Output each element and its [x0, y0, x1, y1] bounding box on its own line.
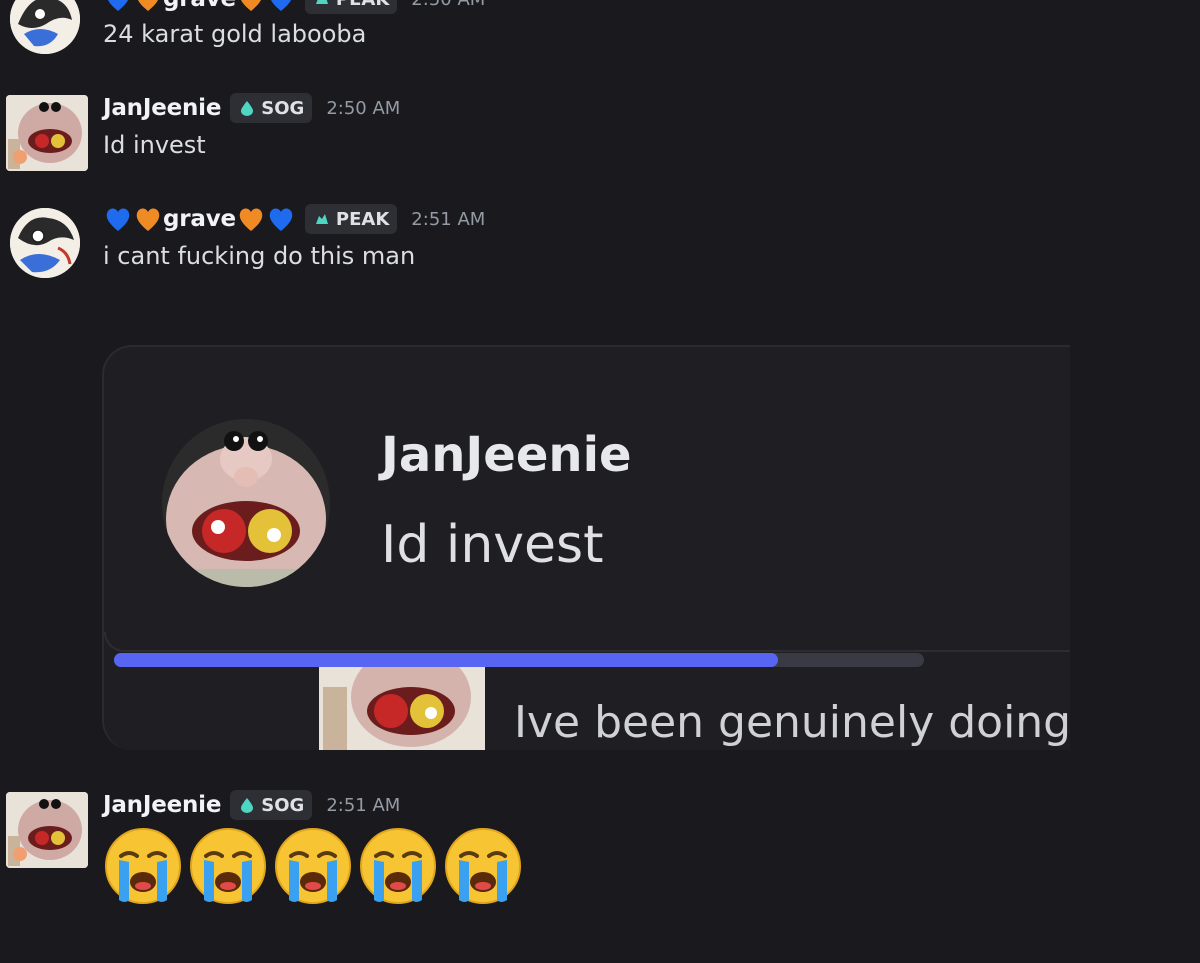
loudly-crying-face-icon[interactable]: [188, 826, 268, 906]
tag-label: PEAK: [336, 0, 389, 10]
timestamp: 2:51 AM: [326, 794, 401, 816]
message-content: 24 karat gold labooba: [103, 20, 367, 48]
role-tag[interactable]: SOG: [230, 790, 313, 820]
embed-progress-fill: [114, 653, 779, 667]
avatar[interactable]: [10, 0, 80, 54]
embed-peek-avatar: [319, 667, 485, 750]
orange-heart-icon: [236, 0, 266, 14]
chat-area: grave PEAK 2:50 AM 24 karat gold labooba: [0, 0, 1200, 963]
timestamp: 2:50 AM: [326, 97, 401, 119]
timestamp: 2:51 AM: [411, 208, 486, 230]
orange-heart-icon: [236, 204, 266, 234]
blue-heart-icon: [103, 204, 133, 234]
embed-progress-bar: [114, 653, 924, 667]
droplet-icon: [241, 798, 254, 813]
avatar[interactable]: [6, 792, 88, 868]
message-content: Id invest: [103, 131, 206, 159]
message-content: i cant fucking do this man: [103, 242, 416, 270]
orange-heart-icon: [133, 204, 163, 234]
username[interactable]: grave: [163, 0, 236, 12]
username[interactable]: JanJeenie: [103, 792, 221, 818]
tag-icon: [315, 0, 328, 4]
image-attachment[interactable]: JanJeenie Id invest Ive been genuinely d…: [102, 345, 1070, 750]
role-tag[interactable]: PEAK: [304, 204, 398, 234]
loudly-crying-face-icon[interactable]: [358, 826, 438, 906]
loudly-crying-face-icon[interactable]: [443, 826, 523, 906]
tag-label: PEAK: [335, 208, 390, 230]
blue-heart-icon: [103, 0, 133, 14]
droplet-icon: [241, 101, 254, 116]
username[interactable]: grave: [163, 206, 236, 232]
embed-message-text: Id invest: [381, 515, 604, 575]
role-tag[interactable]: PEAK: [304, 0, 398, 14]
emoji-message-content: [103, 826, 523, 906]
timestamp: 2:50 AM: [411, 0, 485, 10]
loudly-crying-face-icon[interactable]: [273, 826, 353, 906]
embed-avatar: [162, 419, 330, 587]
tag-label: SOG: [261, 794, 305, 816]
embed-divider: [104, 632, 1070, 652]
loudly-crying-face-icon[interactable]: [103, 826, 183, 906]
avatar[interactable]: [10, 208, 80, 278]
username[interactable]: JanJeenie: [103, 95, 221, 121]
blue-heart-icon: [266, 204, 296, 234]
tag-label: SOG: [261, 97, 305, 119]
role-tag[interactable]: SOG: [230, 93, 313, 123]
blue-heart-icon: [266, 0, 296, 14]
embed-username: JanJeenie: [381, 427, 632, 483]
orange-heart-icon: [133, 0, 163, 14]
embed-peek-text: Ive been genuinely doing: [514, 697, 1070, 748]
avatar[interactable]: [6, 95, 88, 171]
tag-icon: [315, 214, 328, 224]
